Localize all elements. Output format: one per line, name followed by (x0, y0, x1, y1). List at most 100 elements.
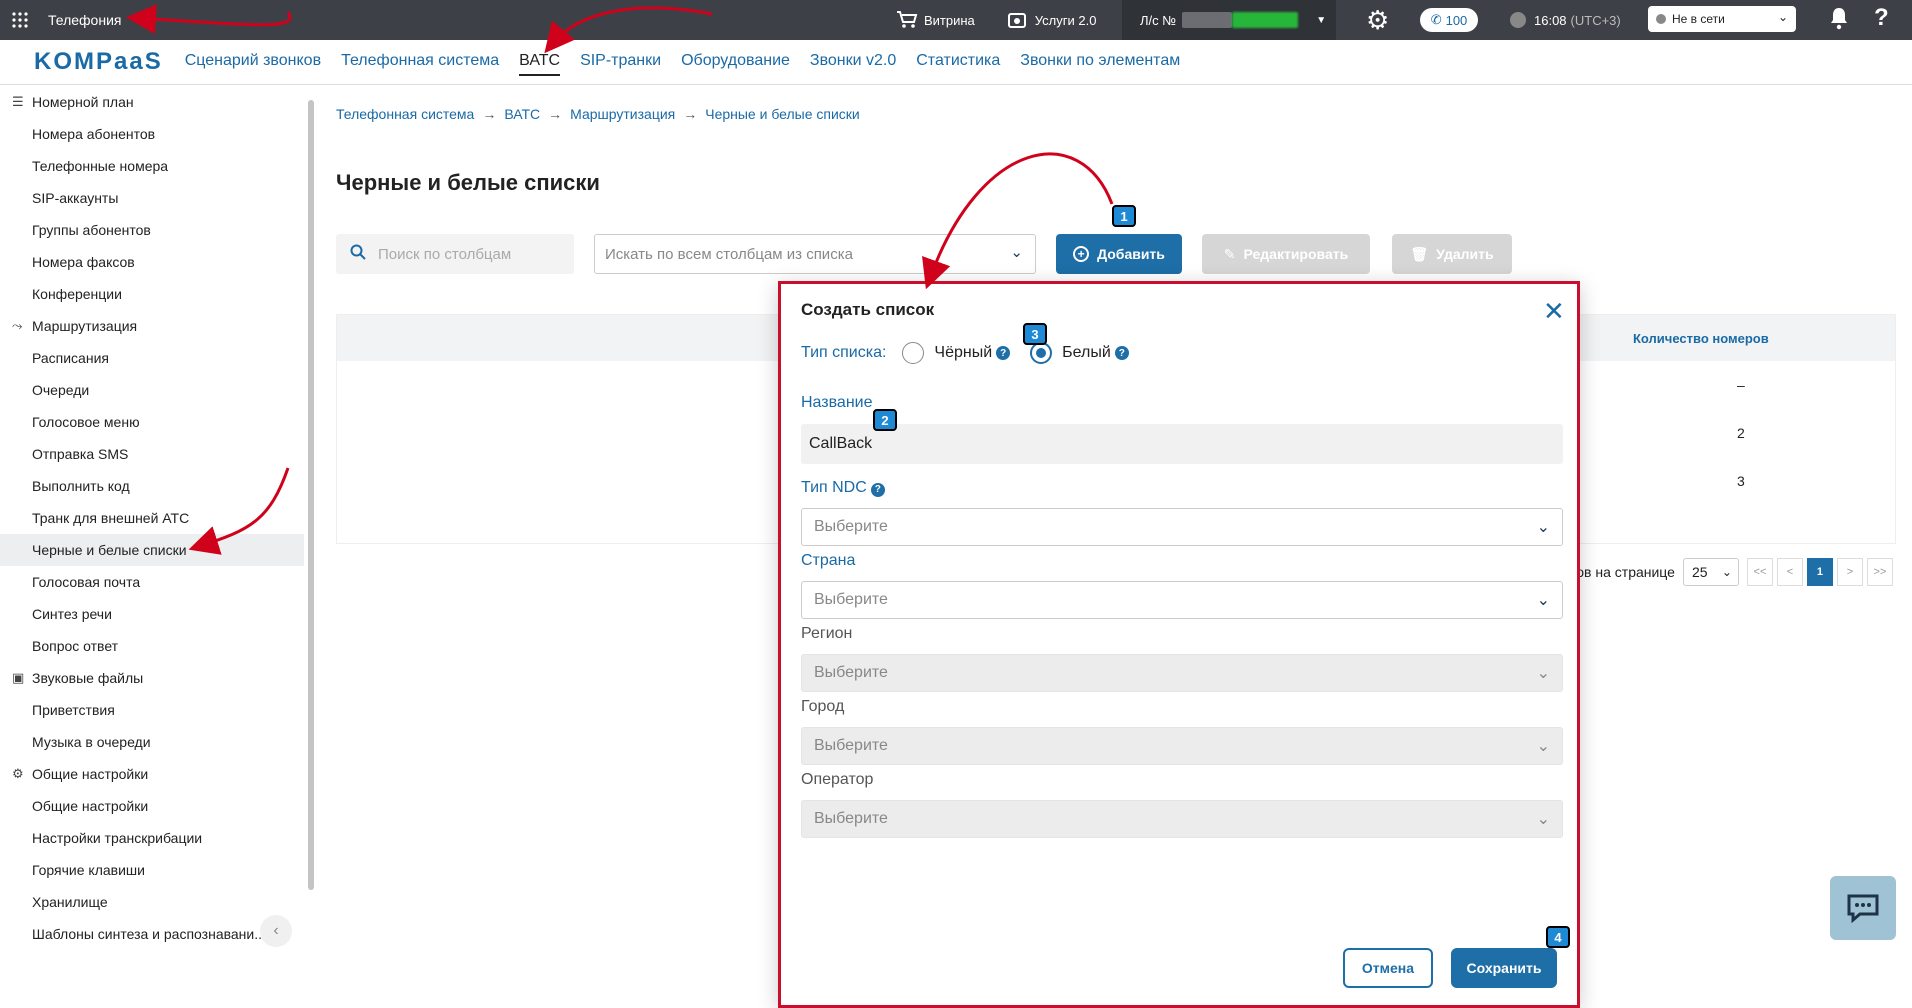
breadcrumb-link[interactable]: Черные и белые списки (705, 106, 860, 122)
sidebar-item[interactable]: Выполнить код (0, 470, 304, 502)
delete-button[interactable]: 🗑 Удалить (1392, 234, 1512, 274)
city-label: Город (801, 698, 845, 715)
search-input[interactable]: Поиск по столбцам (336, 234, 574, 274)
sidebar-item[interactable]: Голосовое меню (0, 406, 304, 438)
country-label: Страна (801, 552, 856, 569)
create-list-modal: Создать список ✕ Тип списка: Чёрный ? Бе… (778, 281, 1580, 1008)
scrollbar-thumb[interactable] (308, 100, 314, 890)
cancel-button[interactable]: Отмена (1343, 948, 1433, 988)
sidebar-item[interactable]: Настройки транскрибации (0, 822, 304, 854)
rows-per-page-select[interactable]: 25 ⌄ (1682, 558, 1739, 586)
sidebar-item-label: Шаблоны синтеза и распознавани... (32, 926, 266, 942)
nav-tab[interactable]: SIP-транки (580, 48, 661, 76)
chevron-down-icon: ⌄ (1721, 565, 1732, 579)
account-number-redacted (1182, 12, 1233, 28)
help-icon[interactable]: ? (1874, 4, 1889, 32)
sidebar-item[interactable]: Общие настройки (0, 790, 304, 822)
sidebar-item[interactable]: Шаблоны синтеза и распознавани... (0, 918, 304, 950)
nav-tab[interactable]: ВАТС (519, 48, 561, 76)
sidebar-item[interactable]: Телефонные номера (0, 150, 304, 182)
nav-tab[interactable]: Оборудование (681, 48, 790, 76)
nav-tab[interactable]: Телефонная система (341, 48, 499, 76)
sidebar-item[interactable]: Синтез речи (0, 598, 304, 630)
radio-white-label[interactable]: Белый (1062, 344, 1111, 362)
sidebar-section[interactable]: ☰ Номерной план (0, 86, 304, 118)
status-select[interactable]: Не в сети ⌄ (1648, 6, 1796, 32)
close-icon[interactable]: ✕ (1543, 298, 1565, 324)
sidebar-item[interactable]: Группы абонентов (0, 214, 304, 246)
bell-icon[interactable] (1828, 6, 1850, 35)
region-select: Выберите ⌄ (801, 654, 1563, 692)
app-title[interactable]: Телефония (48, 12, 121, 28)
apps-grid-icon[interactable] (0, 0, 40, 40)
column-header-count[interactable]: Количество номеров (1633, 331, 1769, 346)
account-selector[interactable]: Л/с № ▼ (1122, 0, 1336, 40)
logo: KOMPaaS (34, 48, 163, 75)
nav-tab[interactable]: Звонки v2.0 (810, 48, 896, 76)
services-link[interactable]: Услуги 2.0 (1007, 10, 1096, 30)
page-last-button[interactable]: >> (1866, 558, 1893, 586)
add-button[interactable]: + Добавить (1056, 234, 1182, 274)
radio-black[interactable] (902, 342, 925, 364)
sidebar-item[interactable]: Горячие клавиши (0, 854, 304, 886)
collapse-sidebar-button[interactable]: ‹ (260, 915, 292, 947)
nav-tab[interactable]: Статистика (916, 48, 1000, 76)
breadcrumb-link[interactable]: Телефонная система (336, 106, 474, 122)
vitrina-link[interactable]: Витрина (896, 10, 975, 30)
sidebar-item[interactable]: Отправка SMS (0, 438, 304, 470)
sidebar-item[interactable]: Транк для внешней АТС (0, 502, 304, 534)
sidebar-section[interactable]: ⚙ Общие настройки (0, 758, 304, 790)
name-input[interactable]: CallBack (801, 424, 1563, 464)
radio-white[interactable] (1030, 342, 1053, 364)
sidebar-item[interactable]: Приветствия (0, 694, 304, 726)
sidebar-item-label: Общие настройки (32, 766, 149, 782)
page-first-button[interactable]: << (1746, 558, 1773, 586)
chevron-down-icon: ⌄ (1777, 10, 1788, 24)
page-next-button[interactable]: > (1836, 558, 1863, 586)
ndc-select[interactable]: Выберите ⌄ (801, 508, 1563, 546)
edit-button[interactable]: ✎ Редактировать (1202, 234, 1370, 274)
sidebar-item[interactable]: Черные и белые списки (0, 534, 304, 566)
sidebar-item-label: Номера факсов (32, 254, 135, 270)
sidebar-section[interactable]: ⤳ Маршрутизация (0, 310, 304, 342)
sidebar-item[interactable]: Расписания (0, 342, 304, 374)
save-button[interactable]: Сохранить (1451, 948, 1557, 988)
sidebar-item-label: Очереди (32, 382, 90, 398)
chat-button[interactable] (1830, 876, 1896, 940)
sidebar-item[interactable]: Конференции (0, 278, 304, 310)
sidebar-item[interactable]: Музыка в очереди (0, 726, 304, 758)
page-prev-button[interactable]: < (1776, 558, 1803, 586)
breadcrumb-link[interactable]: Маршрутизация (570, 106, 675, 122)
help-icon[interactable]: ? (996, 346, 1011, 360)
radio-black-label[interactable]: Чёрный (934, 344, 992, 362)
nav-tab[interactable]: Сценарий звонков (185, 48, 321, 76)
rows-per-page-label: тов на странице (1570, 564, 1675, 580)
help-icon[interactable]: ? (1114, 346, 1129, 360)
sidebar-item[interactable]: Очереди (0, 374, 304, 406)
sidebar-item-label: Номера абонентов (32, 126, 156, 142)
page-current[interactable]: 1 (1806, 558, 1833, 586)
cart-icon (897, 11, 918, 28)
list-icon: ☰ (12, 94, 24, 109)
country-select[interactable]: Выберите ⌄ (801, 581, 1563, 619)
sidebar-item[interactable]: Номера абонентов (0, 118, 304, 150)
sidebar-item-label: Звуковые файлы (32, 670, 144, 686)
sidebar-item[interactable]: Голосовая почта (0, 566, 304, 598)
help-icon[interactable]: ? (870, 482, 885, 497)
annotation-badge: 2 (873, 409, 897, 431)
sidebar-item[interactable]: Вопрос ответ (0, 630, 304, 662)
sidebar-item-label: Маршрутизация (32, 318, 138, 334)
gear-icon[interactable]: ⚙ (1366, 6, 1389, 34)
sidebar-item-label: Общие настройки (32, 798, 149, 814)
nav-tab[interactable]: Звонки по элементам (1020, 48, 1180, 76)
sidebar-item[interactable]: SIP-аккаунты (0, 182, 304, 214)
breadcrumb-link[interactable]: ВАТС (504, 106, 540, 122)
sidebar-item[interactable]: Номера факсов (0, 246, 304, 278)
breadcrumb: Телефонная система → ВАТС → Маршрутизация → Че… (336, 106, 860, 122)
user-clock[interactable]: 16:08 (UTC+3) (1510, 12, 1621, 28)
sidebar-scrollbar[interactable] (306, 90, 314, 950)
sidebar-section[interactable]: ▣ Звуковые файлы (0, 662, 304, 694)
calls-counter[interactable]: ✆ 100 (1420, 8, 1478, 32)
sidebar-item[interactable]: Хранилище (0, 886, 304, 918)
column-select[interactable]: Искать по всем столбцам из списка ⌄ (594, 234, 1036, 274)
